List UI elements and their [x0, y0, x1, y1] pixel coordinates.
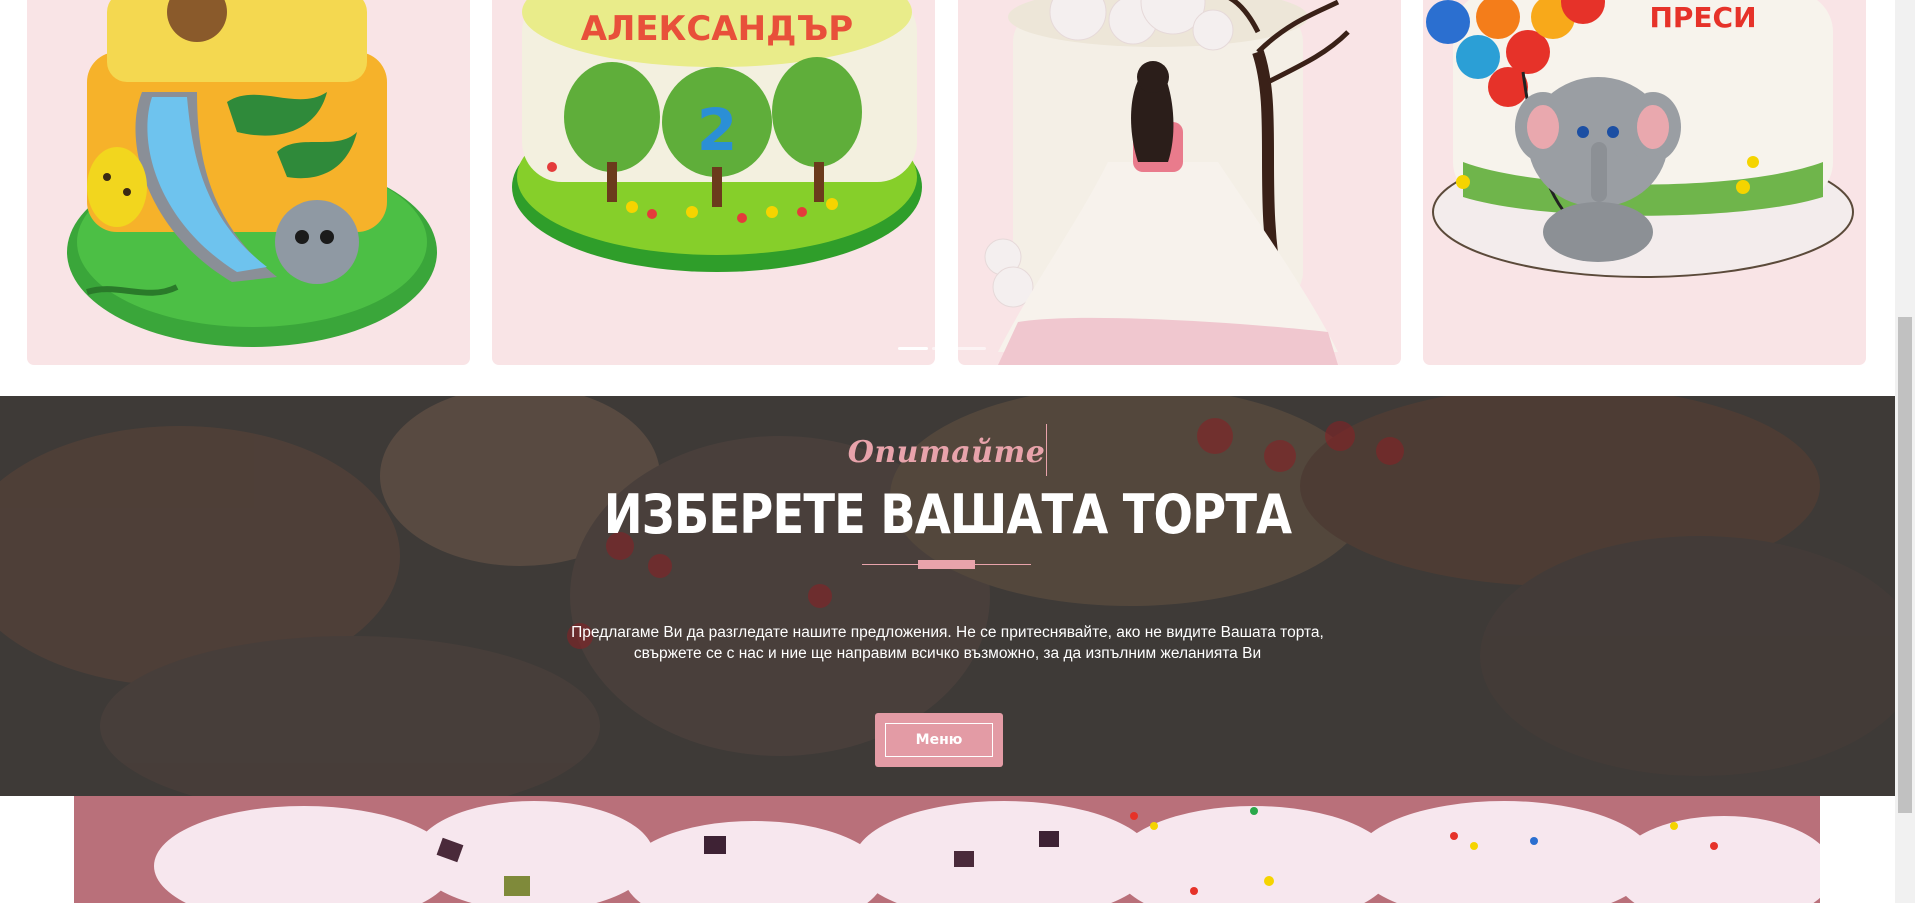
cake-number: 2	[697, 96, 737, 164]
menu-button-label: Меню	[885, 723, 993, 757]
princess-cake-image	[984, 0, 1350, 365]
hero-description-line-2: свържете се с нас и ние ще направим всич…	[633, 645, 1262, 662]
carousel-dot-3[interactable]	[956, 347, 986, 350]
title-divider	[862, 560, 1031, 570]
hero-title: ИЗБЕРЕТЕ ВАШАТА ТОРТА	[603, 483, 1292, 546]
jungle-cake-image	[67, 0, 437, 347]
forest-cake-image: АЛЕКСАНДЪР 2	[512, 0, 922, 272]
hero-script-label: Опитайте	[0, 424, 1895, 476]
hero-description-line-1: Предлагаме Ви да разгледате нашите предл…	[571, 624, 1324, 641]
cake-card-jungle[interactable]	[27, 0, 470, 365]
carousel-dot-2[interactable]	[932, 347, 952, 350]
carousel-dots	[898, 347, 986, 350]
scrollbar-thumb[interactable]	[1898, 317, 1912, 813]
cake-lettering: ПРЕСИ	[1649, 1, 1756, 34]
cake-card-princess[interactable]	[958, 0, 1401, 365]
page-scrollbar[interactable]	[1895, 0, 1915, 903]
cake-card-forest[interactable]: АЛЕКСАНДЪР 2	[492, 0, 935, 365]
hero-description: Предлагаме Ви да разгледате нашите предл…	[0, 622, 1895, 664]
cake-lettering: АЛЕКСАНДЪР	[581, 9, 853, 49]
cake-card-elephant[interactable]: ПРЕСИ	[1423, 0, 1866, 365]
cake-carousel[interactable]: АЛЕКСАНДЪР 2 ПРЕСИ	[0, 0, 1895, 396]
text-cursor	[1046, 424, 1048, 476]
menu-button[interactable]: Меню	[875, 713, 1003, 767]
carousel-dot-1[interactable]	[898, 347, 928, 350]
elephant-cake-image: ПРЕСИ	[1426, 0, 1854, 278]
choose-cake-section: Опитайте ИЗБЕРЕТЕ ВАШАТА ТОРТА Предлагам…	[0, 396, 1895, 796]
cupcakes-banner-image	[74, 796, 1820, 903]
